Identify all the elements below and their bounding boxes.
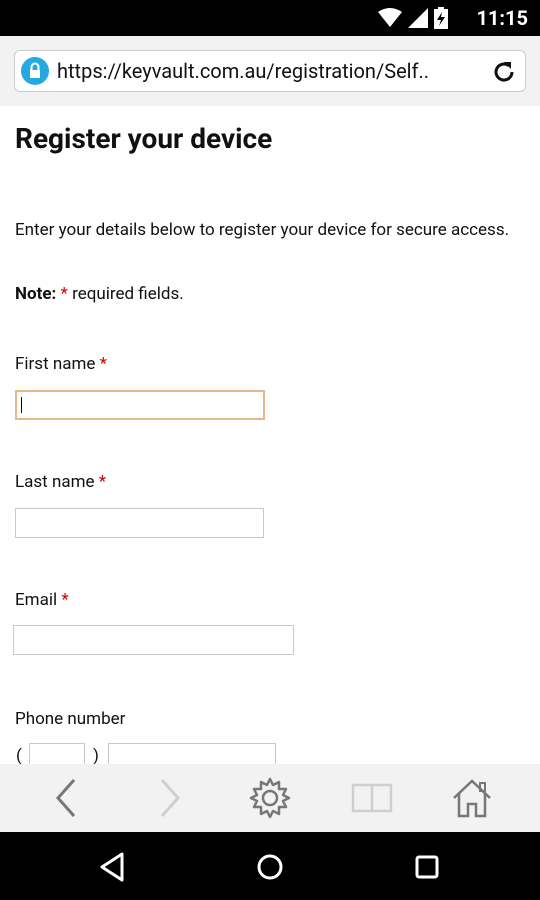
battery-charging-icon [434, 7, 448, 29]
email-input[interactable] [13, 625, 294, 655]
lock-icon [21, 57, 49, 85]
home-icon[interactable] [450, 776, 494, 820]
browser-url-bar: https://keyvault.com.au/registration/Sel… [0, 36, 540, 106]
phone-label-text: Phone number [15, 709, 126, 729]
phone-area-code-input[interactable] [29, 743, 85, 764]
required-marker: * [61, 590, 69, 610]
wifi-icon [378, 8, 402, 27]
text-caret [21, 397, 22, 413]
page-title: Register your device [15, 122, 273, 155]
status-time: 11:15 [476, 6, 528, 30]
first-name-input[interactable] [15, 390, 265, 420]
note-star: * [60, 284, 68, 304]
recents-square-icon[interactable] [410, 850, 444, 884]
phone-close-paren: ) [93, 746, 99, 764]
first-name-label-text: First name [15, 354, 96, 374]
email-label: Email * [15, 590, 69, 610]
reload-icon[interactable] [491, 59, 517, 85]
phone-label: Phone number [15, 709, 125, 729]
browser-toolbar [0, 764, 540, 832]
address-field[interactable]: https://keyvault.com.au/registration/Sel… [14, 50, 526, 92]
last-name-label: Last name * [15, 472, 106, 492]
back-triangle-icon[interactable] [96, 850, 130, 884]
note-text: required fields. [67, 284, 184, 304]
required-marker: * [99, 354, 107, 374]
page-content: Register your device Enter your details … [0, 106, 540, 764]
reader-icon[interactable] [350, 776, 394, 820]
last-name-label-text: Last name [15, 472, 95, 492]
intro-text: Enter your details below to register you… [15, 220, 510, 240]
status-bar: 11:15 [0, 0, 540, 36]
system-nav-bar [0, 832, 540, 900]
back-icon[interactable] [46, 776, 90, 820]
home-circle-icon[interactable] [253, 850, 287, 884]
note-label: Note: [15, 284, 57, 304]
first-name-label: First name * [15, 354, 107, 374]
required-note: Note: * required fields. [15, 284, 184, 304]
required-marker: * [98, 472, 107, 492]
forward-icon[interactable] [146, 776, 190, 820]
signal-icon [408, 8, 428, 28]
phone-number-input[interactable] [108, 743, 276, 764]
email-label-text: Email [15, 590, 58, 610]
settings-icon[interactable] [248, 776, 292, 820]
status-icons [378, 7, 448, 29]
last-name-input[interactable] [15, 508, 264, 538]
url-text[interactable]: https://keyvault.com.au/registration/Sel… [57, 59, 475, 83]
phone-open-paren: ( [16, 746, 22, 764]
